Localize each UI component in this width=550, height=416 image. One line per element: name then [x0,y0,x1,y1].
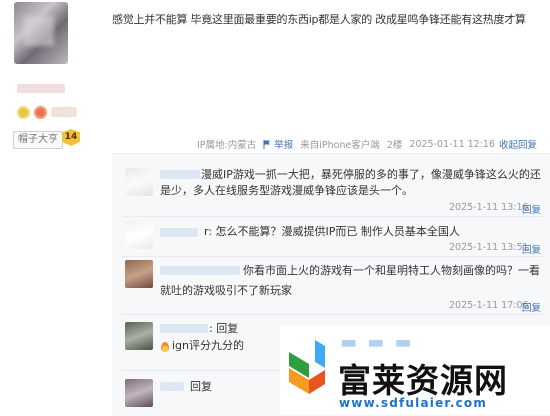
report-label[interactable]: 举报 [274,140,293,151]
reply-button[interactable]: 回复 [522,242,541,256]
post-time: 2025-01-11 12:16 [409,138,496,150]
post-meta: IP属地:内蒙古 举报 来自iPhone客户端 2楼 2025-01-11 12… [197,137,496,152]
reply-text: 就吐的游戏吸引不了新玩家 [160,284,292,297]
ip-location: IP属地:内蒙古 [197,140,257,151]
reply-button[interactable]: 回复 [522,300,541,314]
watermark-logo-icon [289,340,325,394]
reply-button[interactable]: 回复 [522,202,541,216]
reply-username-blurred[interactable] [160,266,240,275]
medal-icon [34,105,47,119]
reply-text: r: 怎么不能算？漫威提供IP而已 制作人员基本全国人 [204,225,460,238]
reply-text: 你看市面上火的游戏有一个和星明特工人物刻画像的吗？一看 [243,264,540,277]
collapse-reply-button[interactable]: 收起回复 [499,137,537,151]
reply-username-blurred[interactable] [160,228,198,237]
watermark-url: www.sdfulaier.com [339,396,488,410]
divider [122,216,542,217]
post-content: 感觉上并不能算 毕竟这里面最重要的东西ip都是人家的 改成星鸣争锋还能有这热度才… [112,13,526,26]
watermark-title: 富莱资源网 [338,361,508,400]
reply-time: 2025-1-11 17:06 [449,300,529,311]
user-badges [17,105,77,119]
medal-icon [17,105,30,119]
user-level-badge: 14 [62,129,80,146]
report-link[interactable]: 举报 [263,137,293,151]
flag-icon [263,140,271,149]
user-title-tag: 帽子大亨 [13,131,63,149]
reply-text: ign评分九分的 [172,339,245,352]
badge-label-blurred [51,107,77,117]
reply-text: 回复 [190,380,212,393]
reply-avatar[interactable] [125,260,153,288]
reply-username-blurred[interactable] [160,170,200,179]
reply-time: 2025-1-11 13:16 [449,202,529,213]
username-blurred[interactable] [17,84,65,93]
fire-icon [161,342,169,352]
reply-username-blurred[interactable] [160,382,184,391]
floor-number: 2楼 [386,140,403,151]
watermark-faded-text: ▬ ▬ ▬ [340,332,414,353]
reply-avatar[interactable] [125,221,153,249]
reply-avatar[interactable] [125,322,153,350]
reply-username-blurred[interactable] [160,324,208,333]
post-source: 来自iPhone客户端 [300,140,380,151]
reply-avatar[interactable] [125,379,153,407]
divider [122,314,542,315]
reply-time: 2025-1-11 13:51 [449,242,529,253]
reply-avatar[interactable] [125,168,153,196]
divider [122,256,542,257]
user-avatar[interactable] [14,2,68,64]
reply-text: 是少，多人在线服务型游戏漫威争锋应该是头一个。 [160,184,413,197]
